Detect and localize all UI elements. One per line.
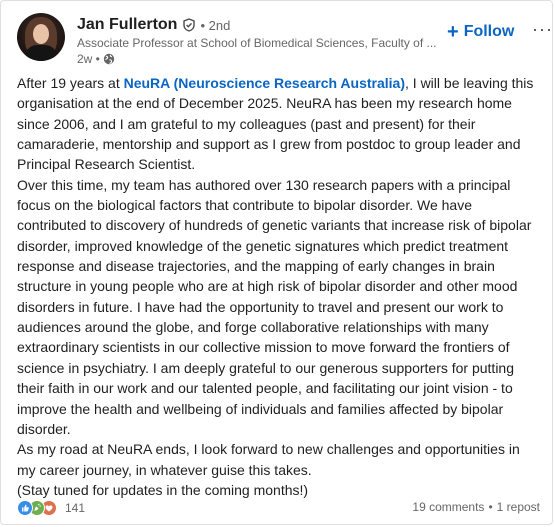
- verified-shield-icon: [182, 18, 196, 32]
- connection-degree: • 2nd: [200, 17, 231, 33]
- post-paragraph-1: After 19 years at NeuRA (Neuroscience Re…: [17, 73, 542, 175]
- post-time: 2w •: [77, 52, 100, 66]
- reposts-count-link[interactable]: 1 repost: [497, 500, 540, 514]
- social-counts: 141 19 comments • 1 repost: [17, 500, 540, 518]
- follow-label: Follow: [463, 23, 515, 40]
- like-icon: [17, 500, 33, 516]
- intro-prefix: After 19 years at: [17, 75, 124, 91]
- comments-count-link[interactable]: 19 comments: [412, 500, 484, 514]
- post-text: After 19 years at NeuRA (Neuroscience Re…: [17, 73, 542, 500]
- neura-link[interactable]: NeuRA (Neuroscience Research Australia): [124, 75, 405, 91]
- author-name[interactable]: Jan Fullerton: [77, 16, 177, 34]
- follow-button[interactable]: + Follow: [447, 21, 515, 43]
- post-header: Jan Fullerton • 2nd Associate Professor …: [17, 13, 552, 67]
- reactions-summary[interactable]: 141: [17, 500, 85, 516]
- author-headline: Associate Professor at School of Biomedi…: [77, 36, 437, 50]
- author-line: Jan Fullerton • 2nd: [77, 15, 230, 35]
- post-paragraph-3: As my road at NeuRA ends, I look forward…: [17, 441, 520, 478]
- count-separator: •: [488, 500, 493, 514]
- avatar-face: [33, 24, 49, 44]
- plus-icon: +: [447, 21, 459, 43]
- more-options-button[interactable]: ···: [532, 19, 553, 40]
- avatar-body: [26, 45, 56, 61]
- post-paragraph-2: Over this time, my team has authored ove…: [17, 176, 532, 437]
- reaction-count: 141: [65, 501, 86, 515]
- engagement-counts: 19 comments • 1 repost: [412, 500, 540, 514]
- post-card: Jan Fullerton • 2nd Associate Professor …: [0, 0, 553, 525]
- post-paragraph-4: (Stay tuned for updates in the coming mo…: [17, 481, 309, 498]
- post-meta: 2w •: [77, 52, 115, 66]
- author-avatar[interactable]: [17, 13, 65, 61]
- globe-icon: [103, 53, 115, 65]
